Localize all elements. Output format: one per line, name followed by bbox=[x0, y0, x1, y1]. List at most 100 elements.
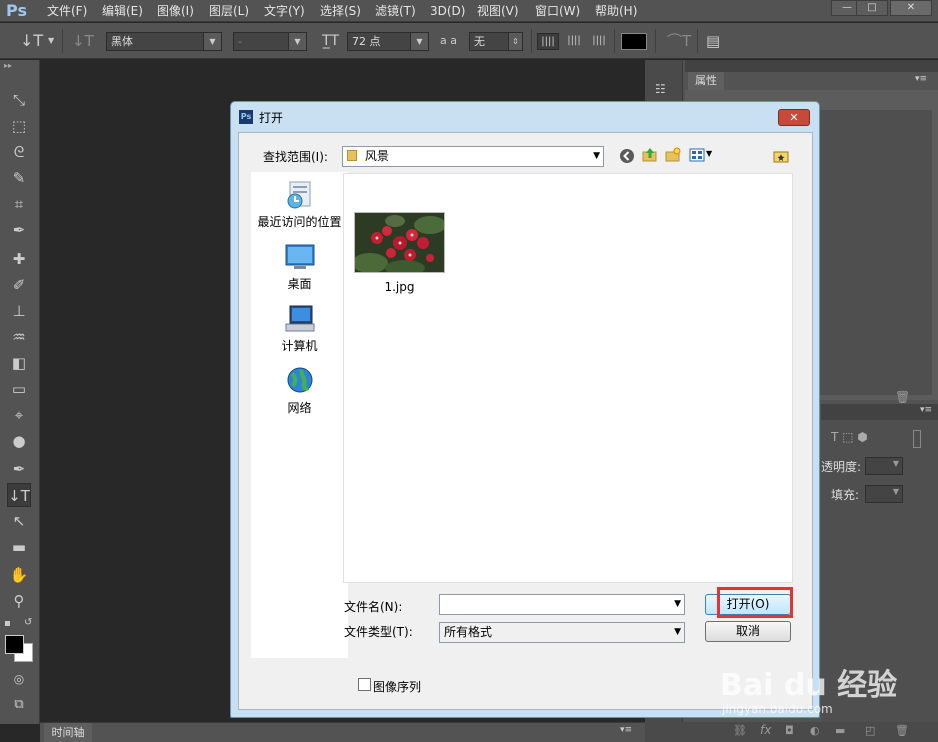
look-in-select[interactable]: 风景 ▼ bbox=[342, 146, 604, 167]
menu-select[interactable]: 选择(S) bbox=[320, 0, 361, 22]
marquee-tool-icon[interactable]: ⬚ bbox=[7, 114, 31, 138]
blur-tool-icon[interactable]: ⌖ bbox=[7, 403, 31, 427]
place-recent[interactable]: 最近访问的位置 bbox=[251, 180, 348, 230]
antialias-icon: a a bbox=[440, 34, 457, 47]
type-tool-icon[interactable]: ↓T bbox=[7, 483, 31, 507]
link-layers-icon[interactable]: ⛓ bbox=[733, 724, 747, 737]
close-window-button[interactable]: ✕ bbox=[890, 0, 932, 16]
chevron-down-icon[interactable]: ▼ bbox=[48, 23, 54, 59]
collapse-icon[interactable]: ▸▸ bbox=[4, 61, 12, 70]
fx-icon[interactable]: fx bbox=[760, 723, 771, 737]
places-bar: 最近访问的位置 桌面 计算机 网络 bbox=[251, 172, 348, 658]
path-select-tool-icon[interactable]: ↖ bbox=[7, 509, 31, 533]
cancel-button[interactable]: 取消 bbox=[705, 621, 791, 642]
panel-menu-icon[interactable]: ▾≡ bbox=[920, 405, 932, 415]
separator bbox=[62, 29, 63, 53]
text-tool-preset-icon[interactable]: ↓T bbox=[20, 23, 43, 59]
tab-properties[interactable]: 属性 bbox=[688, 72, 724, 90]
move-tool-icon[interactable]: ⤡ bbox=[7, 88, 31, 112]
lasso-tool-icon[interactable]: ᘓ bbox=[7, 140, 31, 164]
new-group-icon[interactable]: ▬ bbox=[835, 724, 845, 737]
delete-layer-icon[interactable]: 🗑 bbox=[895, 724, 909, 737]
font-size-select[interactable]: 72 点 ▼ bbox=[347, 32, 429, 51]
folder-bookmark-icon[interactable] bbox=[773, 148, 789, 164]
character-panel-icon[interactable]: ▤ bbox=[706, 23, 720, 59]
separator bbox=[655, 29, 656, 53]
menu-filter[interactable]: 滤镜(T) bbox=[375, 0, 416, 22]
panel-header-strip bbox=[685, 60, 938, 72]
menu-file[interactable]: 文件(F) bbox=[47, 0, 87, 22]
back-icon[interactable] bbox=[619, 148, 635, 164]
dialog-close-button[interactable]: ✕ bbox=[778, 109, 810, 126]
panel-collapsed-icon[interactable]: ☷ bbox=[655, 82, 666, 96]
filetype-select[interactable]: 所有格式 ▼ bbox=[439, 622, 685, 643]
font-style-select[interactable]: - ▼ bbox=[233, 32, 307, 51]
align-center-icon[interactable]: |||| bbox=[563, 33, 585, 50]
brush-tool-icon[interactable]: ✐ bbox=[7, 273, 31, 297]
add-mask-icon[interactable]: ◘ bbox=[785, 724, 794, 737]
text-color-swatch[interactable] bbox=[621, 33, 647, 50]
menu-type[interactable]: 文字(Y) bbox=[264, 0, 305, 22]
align-right-icon[interactable]: |||| bbox=[588, 33, 610, 50]
place-desktop[interactable]: 桌面 bbox=[251, 242, 348, 292]
warp-text-icon[interactable]: ⌒T bbox=[667, 23, 691, 59]
view-menu-icon[interactable] bbox=[689, 147, 705, 163]
swap-colors-icon[interactable]: ↺ bbox=[24, 617, 32, 628]
open-dialog: Ps 打开 ✕ 查找范围(I): 风景 ▼ ▼ 最近访问的位置 桌面 计算机 网… bbox=[230, 101, 820, 718]
menu-image[interactable]: 图像(I) bbox=[157, 0, 194, 22]
new-folder-icon[interactable] bbox=[665, 147, 681, 163]
up-folder-icon[interactable] bbox=[642, 147, 658, 163]
pen-tool-icon[interactable]: ✒ bbox=[7, 457, 31, 481]
panel-menu-icon[interactable]: ▾≡ bbox=[915, 74, 927, 84]
layers-footer: ⛓ fx ◘ ◐ ▬ ◰ 🗑 bbox=[645, 722, 938, 742]
photoshop-app-icon: Ps bbox=[239, 110, 253, 124]
place-network[interactable]: 网络 bbox=[251, 366, 348, 416]
screen-mode-icon[interactable]: ⧉ bbox=[7, 693, 31, 717]
hand-tool-icon[interactable]: ✋ bbox=[7, 563, 31, 587]
text-orientation-icon[interactable]: ↓T bbox=[72, 23, 94, 59]
opacity-label: 透明度: bbox=[821, 460, 862, 474]
font-size-value: 72 点 bbox=[352, 35, 381, 48]
quick-mask-icon[interactable]: ◎ bbox=[7, 667, 31, 691]
quick-select-tool-icon[interactable]: ✎ bbox=[7, 166, 31, 190]
zoom-tool-icon[interactable]: ⚲ bbox=[7, 589, 31, 613]
trash-icon[interactable]: 🗑 bbox=[895, 390, 910, 404]
new-layer-icon[interactable]: ◰ bbox=[865, 724, 875, 737]
menu-help[interactable]: 帮助(H) bbox=[595, 0, 637, 22]
lock-icons[interactable]: T ⬚ ⬢ bbox=[831, 430, 868, 444]
dodge-tool-icon[interactable]: ● bbox=[7, 429, 31, 453]
dialog-title: 打开 bbox=[259, 111, 284, 125]
chevron-down-icon[interactable]: ▼ bbox=[706, 149, 712, 158]
font-family-select[interactable]: 黑体 ▼ bbox=[106, 32, 222, 51]
foreground-color-swatch[interactable] bbox=[5, 635, 24, 654]
gradient-tool-icon[interactable]: ▭ bbox=[7, 377, 31, 401]
place-computer[interactable]: 计算机 bbox=[251, 304, 348, 354]
adjustment-layer-icon[interactable]: ◐ bbox=[810, 724, 820, 737]
default-colors-icon[interactable]: ▪ bbox=[4, 618, 11, 629]
menu-edit[interactable]: 编辑(E) bbox=[102, 0, 143, 22]
file-thumbnail[interactable] bbox=[354, 212, 445, 273]
file-name[interactable]: 1.jpg bbox=[354, 280, 445, 294]
eyedropper-tool-icon[interactable]: ✒ bbox=[7, 218, 31, 242]
filename-input[interactable]: ▼ bbox=[439, 594, 685, 615]
healing-brush-tool-icon[interactable]: ✚ bbox=[7, 247, 31, 271]
fill-field[interactable]: ▼ bbox=[865, 485, 903, 503]
menu-layer[interactable]: 图层(L) bbox=[209, 0, 249, 22]
antialias-select[interactable]: 无 ⇕ bbox=[469, 32, 523, 51]
panel-menu-icon[interactable]: ▾≡ bbox=[620, 725, 632, 735]
opacity-field[interactable]: ▼ bbox=[865, 457, 903, 475]
folder-icon bbox=[347, 150, 357, 161]
menu-view[interactable]: 视图(V) bbox=[477, 0, 519, 22]
rectangle-tool-icon[interactable]: ▬ bbox=[7, 535, 31, 559]
history-brush-tool-icon[interactable]: ♒ bbox=[7, 325, 31, 349]
menu-3d[interactable]: 3D(D) bbox=[430, 0, 465, 22]
scrollbar-thumb[interactable] bbox=[913, 430, 921, 448]
align-left-icon[interactable]: |||| bbox=[537, 33, 559, 50]
eraser-tool-icon[interactable]: ◧ bbox=[7, 351, 31, 375]
tab-timeline[interactable]: 时间轴 bbox=[44, 723, 92, 742]
clone-stamp-tool-icon[interactable]: ⊥ bbox=[7, 299, 31, 323]
restore-button[interactable]: □ bbox=[856, 0, 888, 16]
crop-tool-icon[interactable]: ⌗ bbox=[7, 192, 31, 216]
menu-window[interactable]: 窗口(W) bbox=[535, 0, 580, 22]
image-sequence-checkbox[interactable] bbox=[358, 678, 371, 691]
